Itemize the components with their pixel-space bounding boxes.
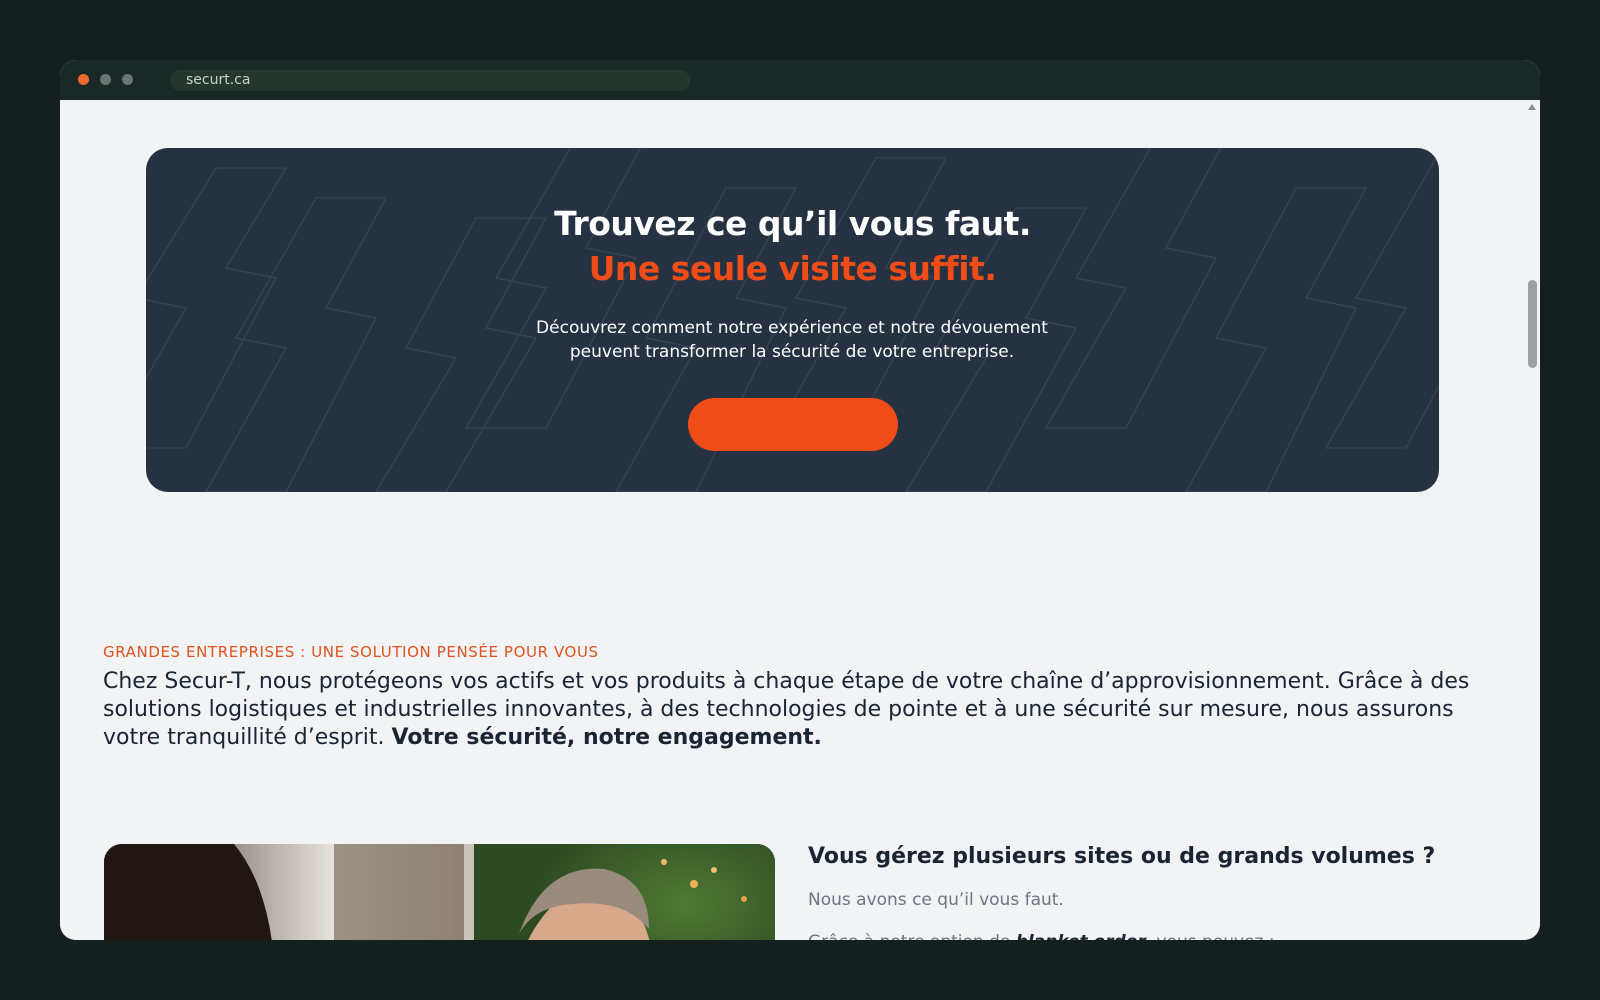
feature-paragraph-2-before: Grâce à notre option de — [808, 932, 1016, 940]
photo-illustration — [104, 844, 775, 940]
close-window-icon[interactable] — [78, 74, 89, 85]
cta-description: Découvrez comment notre expérience et no… — [492, 316, 1092, 364]
feature-paragraph-2-emphasis: blanket order — [1016, 932, 1146, 940]
section-intro: Chez Secur-T, nous protégeons vos actifs… — [103, 668, 1483, 752]
browser-window: securt.ca Trouvez ce qu’il vous faut. Un… — [60, 60, 1540, 940]
cta-description-line2: peuvent transformer la sécurité de votre… — [569, 342, 1015, 362]
vertical-scrollbar[interactable] — [1525, 100, 1540, 940]
scroll-up-arrow-icon[interactable] — [1528, 104, 1536, 110]
cta-subtitle: Une seule visite suffit. — [588, 249, 997, 288]
business-meeting-photo — [104, 844, 775, 940]
feature-paragraph-1: Nous avons ce qu’il vous faut. — [808, 890, 1064, 910]
scrollbar-thumb[interactable] — [1528, 280, 1537, 368]
browser-titlebar: securt.ca — [60, 60, 1540, 100]
cta-button[interactable] — [688, 398, 898, 451]
page-viewport: Trouvez ce qu’il vous faut. Une seule vi… — [60, 100, 1525, 940]
cta-banner: Trouvez ce qu’il vous faut. Une seule vi… — [146, 148, 1439, 492]
feature-paragraph-2: Grâce à notre option de blanket order, v… — [808, 932, 1275, 940]
minimize-window-icon[interactable] — [100, 74, 111, 85]
feature-paragraph-2-after: , vous pouvez : — [1146, 932, 1275, 940]
address-bar[interactable]: securt.ca — [170, 70, 690, 91]
intro-strong-text: Votre sécurité, notre engagement. — [391, 725, 822, 750]
maximize-window-icon[interactable] — [122, 74, 133, 85]
cta-title: Trouvez ce qu’il vous faut. — [554, 204, 1031, 243]
feature-heading: Vous gérez plusieurs sites ou de grands … — [808, 844, 1436, 869]
cta-description-line1: Découvrez comment notre expérience et no… — [536, 318, 1048, 338]
section-eyebrow: GRANDES ENTREPRISES : UNE SOLUTION PENSÉ… — [103, 643, 599, 661]
